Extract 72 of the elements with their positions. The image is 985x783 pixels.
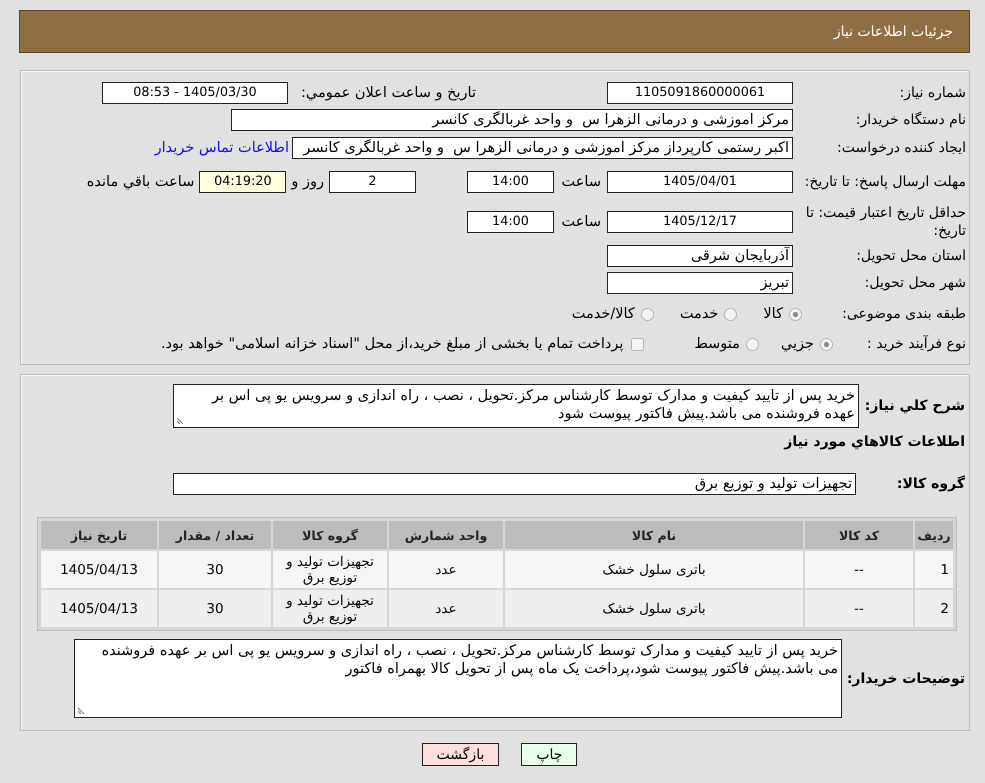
column-header: کد کالا — [805, 521, 913, 549]
resize-grip-icon[interactable] — [177, 417, 184, 424]
table-cell: عدد — [389, 590, 503, 627]
column-header: واحد شمارش — [389, 521, 503, 549]
option-label: جزيي — [780, 336, 814, 352]
field-label: شهر محل تحویل: — [864, 274, 966, 292]
table-cell: -- — [805, 590, 913, 627]
option-label: خدمت — [680, 306, 718, 322]
deadline-date-field[interactable]: 1405/04/01 — [607, 171, 793, 193]
table-cell: 1405/04/13 — [41, 551, 157, 588]
field-label: مهلت ارسال پاسخ: تا تاریخ: — [804, 173, 966, 191]
time-label: ساعت — [560, 174, 601, 190]
field-label: حداقل تاریخ اعتبار قیمت: تا تاریخ: — [804, 204, 966, 240]
radio-button[interactable] — [640, 308, 654, 320]
column-header: نام کالا — [505, 521, 803, 549]
remaining-time-field[interactable]: 04:19:20 — [199, 171, 286, 193]
field-label: ایجاد کننده درخواست: — [836, 139, 966, 157]
column-header: تعداد / مقدار — [159, 521, 271, 549]
contact-link[interactable]: اطلاعات تماس خریدار — [154, 140, 289, 156]
table-cell: باتری سلول خشک — [505, 551, 803, 588]
option-label: کالا/خدمت — [572, 306, 635, 322]
city-field[interactable]: تبریز — [607, 272, 793, 294]
field-label: شرح كلي نياز: — [864, 397, 965, 415]
section-heading: اطلاعات كالاهاي مورد نياز — [784, 433, 965, 451]
table-cell: عدد — [389, 551, 503, 588]
field-label: شماره نیاز: — [898, 84, 966, 102]
validity-time-field[interactable]: 14:00 — [467, 211, 554, 233]
column-header: گروه کالا — [273, 521, 387, 549]
validity-date-field[interactable]: 1405/12/17 — [607, 211, 793, 233]
back-button[interactable]: بازگشت — [422, 743, 500, 766]
field-label: طبقه بندی موضوعی: — [841, 305, 966, 323]
print-button[interactable]: چاپ — [521, 743, 578, 766]
deadline-time-field[interactable]: 14:00 — [467, 171, 554, 193]
remaining-label: ساعت باقي مانده — [86, 174, 194, 190]
column-header: ردیف — [915, 521, 953, 549]
table-cell: 1 — [915, 551, 953, 588]
province-field[interactable]: آذربایجان شرقی — [607, 245, 793, 267]
table-cell: 2 — [915, 590, 953, 627]
resize-grip-icon[interactable] — [78, 707, 85, 714]
option-label: کالا — [763, 306, 783, 322]
checkbox[interactable] — [631, 338, 644, 350]
field-label: نوع فرآیند خرید : — [866, 335, 966, 353]
table-cell: -- — [805, 551, 913, 588]
radio-button[interactable] — [789, 308, 802, 320]
buyer-org-field[interactable]: مرکز اموزشی و درمانی الزهرا س و واحد غربالگری کانسر — [231, 109, 793, 131]
field-label: توضیحات خریدار: — [846, 670, 965, 688]
option-label: متوسط — [694, 336, 740, 352]
checkbox-label: پرداخت تمام یا بخشی از مبلغ خرید،از محل "اسناد خزانه اسلامی" خواهد بود. — [160, 336, 624, 352]
radio-button[interactable] — [724, 308, 738, 320]
table-cell: باتری سلول خشک — [505, 590, 803, 627]
table-cell: تجهیزات تولید و توزیع برق — [273, 590, 387, 627]
field-label: استان محل تحویل: — [855, 247, 966, 265]
time-label: ساعت — [560, 214, 601, 230]
announce-date-field[interactable]: 1405/03/30 - 08:53 — [102, 82, 288, 104]
days-field[interactable]: 2 — [329, 171, 416, 193]
page-title: جزئیات اطلاعات نیاز — [834, 24, 953, 40]
need-number-field[interactable]: 1105091860000061 — [607, 82, 793, 104]
table-cell: 30 — [159, 551, 271, 588]
radio-button[interactable] — [820, 338, 833, 350]
table-cell: 30 — [159, 590, 271, 627]
requester-field[interactable]: اکبر رستمی کارپرداز مرکز اموزشی و درمانی الزهرا س و واحد غربالگری کانسر — [292, 137, 793, 159]
buyer-notes-textarea[interactable]: خرید پس از تایید کیفیت و مدارک توسط کارشناس مرکز.تحویل ، نصب ، راه اندازی و سرویس یو پی اس بر عهده فروشنده می باشد.پیش فاکتور پیوست شود،پرداخت یک ماه پس از تحویل کالا بهمراه فاکتور — [74, 639, 842, 718]
field-label: تاريخ و ساعت اعلان عمومي: — [300, 85, 476, 101]
goods-group-field[interactable]: تجهیزات تولید و توزیع برق — [173, 473, 856, 495]
table-cell: 1405/04/13 — [41, 590, 157, 627]
field-label: گروه کالا: — [896, 475, 965, 493]
table-cell: تجهیزات تولید و توزیع برق — [273, 551, 387, 588]
field-label: نام دستگاه خریدار: — [854, 111, 966, 129]
column-header: تاریخ نیاز — [41, 521, 157, 549]
days-label: روز و — [291, 174, 324, 190]
description-textarea[interactable]: خرید پس از تایید کیفیت و مدارک توسط کارشناس مرکز.تحویل ، نصب ، راه اندازی و سرویس یو پی اس بر عهده فروشنده می باشد.پیش فاکتور پیوست شود — [173, 384, 859, 428]
radio-button[interactable] — [746, 338, 759, 350]
